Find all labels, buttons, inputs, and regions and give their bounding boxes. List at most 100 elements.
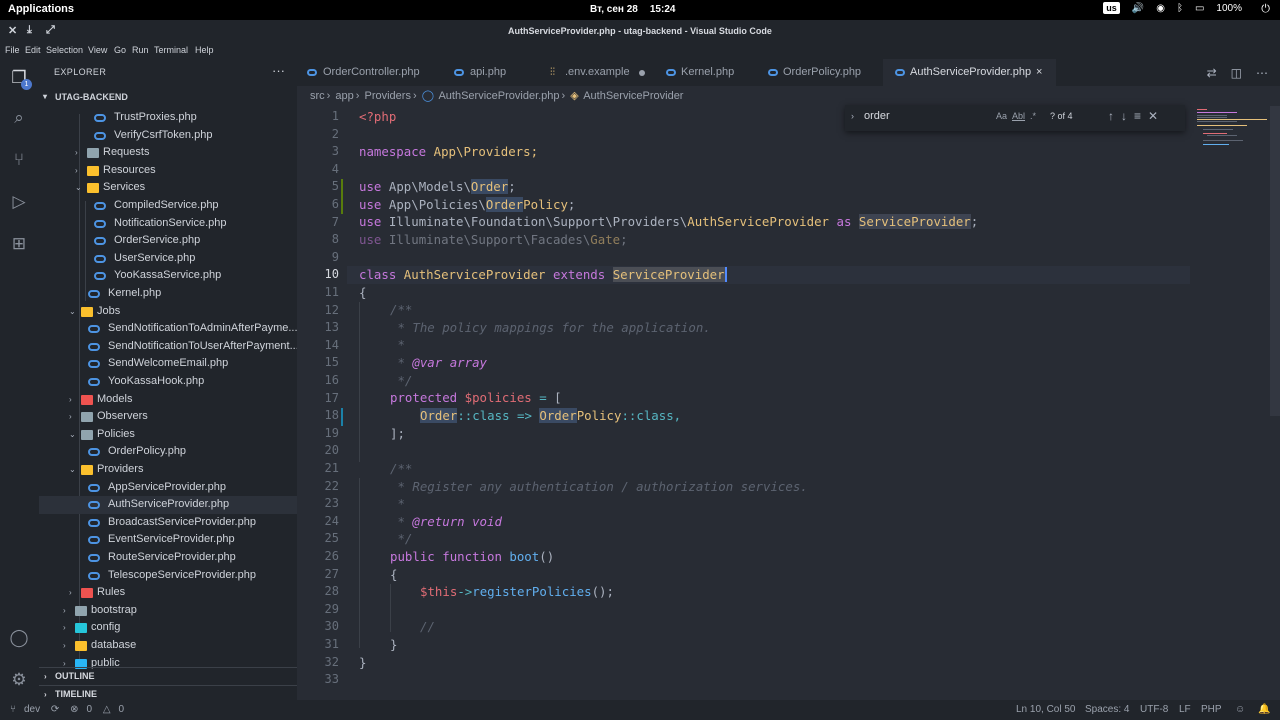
outline-section[interactable]: › OUTLINE — [39, 667, 297, 685]
bluetooth-icon[interactable]: ᛒ — [1177, 3, 1183, 14]
tab-order-controller[interactable]: OrderController.php — [297, 59, 442, 86]
tree-item[interactable]: NotificationService.php — [39, 215, 297, 233]
tree-item[interactable]: › Models — [39, 391, 297, 409]
tree-item[interactable]: › Resources — [39, 162, 297, 180]
tree-item[interactable]: › bootstrap — [39, 602, 297, 620]
tree-item[interactable]: BroadcastServiceProvider.php — [39, 514, 297, 532]
tab-api[interactable]: api.php — [442, 59, 538, 86]
tree-item[interactable]: › database — [39, 637, 297, 655]
breadcrumb-item[interactable]: AuthServiceProvider.php — [438, 90, 559, 102]
code-line-10: class AuthServiceProvider extends Servic… — [359, 266, 727, 284]
end-of-line[interactable]: LF — [1179, 704, 1191, 715]
tree-item[interactable]: OrderPolicy.php — [39, 443, 297, 461]
settings-gear-icon[interactable]: ⚙ — [8, 669, 30, 691]
tree-item[interactable]: OrderService.php — [39, 232, 297, 250]
applications-menu[interactable]: Applications — [8, 3, 74, 15]
warnings-count[interactable]: 0 — [119, 704, 125, 715]
power-icon[interactable]: ⏻ — [1261, 3, 1270, 16]
breadcrumb-item[interactable]: AuthServiceProvider — [583, 90, 683, 102]
wifi-icon[interactable]: ◉ — [1156, 3, 1165, 14]
tab-kernel[interactable]: Kernel.php — [654, 59, 756, 86]
encoding[interactable]: UTF-8 — [1140, 704, 1168, 715]
language-mode[interactable]: PHP — [1201, 704, 1222, 715]
tree-item[interactable]: TelescopeServiceProvider.php — [39, 567, 297, 585]
minimap[interactable] — [1197, 107, 1271, 147]
cursor-position[interactable]: Ln 10, Col 50 — [1016, 704, 1076, 715]
tree-item[interactable]: › config — [39, 619, 297, 637]
tree-item[interactable]: ⌄ Providers — [39, 461, 297, 479]
find-in-selection-icon[interactable]: ≡ — [1134, 109, 1141, 123]
battery-icon[interactable]: ▭ — [1195, 3, 1204, 14]
tree-item[interactable]: CompiledService.php — [39, 197, 297, 215]
tree-item[interactable]: SendNotificationToUserAfterPayment... — [39, 338, 297, 356]
close-tab-icon[interactable]: × — [1036, 59, 1042, 86]
match-whole-word-toggle[interactable]: Abl — [1012, 111, 1025, 121]
clock[interactable]: Вт, сен 28 15:24 — [590, 4, 687, 15]
split-editor-icon[interactable]: ◫ — [1231, 66, 1242, 80]
menu-help[interactable]: Help — [195, 45, 214, 55]
tree-item[interactable]: UserService.php — [39, 250, 297, 268]
tree-item[interactable]: YooKassaService.php — [39, 267, 297, 285]
breadcrumb-item[interactable]: src — [310, 90, 325, 102]
tree-item[interactable]: Kernel.php — [39, 285, 297, 303]
unsaved-dot-icon[interactable] — [639, 70, 645, 76]
tree-item[interactable]: YooKassaHook.php — [39, 373, 297, 391]
errors-icon[interactable]: ⊗ — [70, 704, 78, 715]
sync-icon[interactable]: ⟳ — [51, 704, 59, 715]
timeline-section[interactable]: › TIMELINE — [39, 685, 297, 700]
breadcrumb-item[interactable]: Providers — [365, 90, 411, 102]
source-control-icon[interactable]: ⑂ — [8, 149, 30, 171]
code-editor[interactable]: src › app › Providers › ◯ AuthServiceProvid… — [297, 86, 1280, 700]
warnings-icon[interactable]: △ — [103, 704, 111, 715]
feedback-icon[interactable]: ☺ — [1235, 704, 1245, 715]
run-debug-icon[interactable]: ▷ — [8, 191, 30, 213]
git-branch-icon[interactable]: ⑂ — [10, 704, 16, 715]
tree-item[interactable]: TrustProxies.php — [39, 109, 297, 127]
close-find-icon[interactable]: ✕ — [1148, 109, 1158, 123]
keyboard-layout-indicator[interactable]: us — [1103, 2, 1120, 14]
tree-item[interactable]: AuthServiceProvider.php — [39, 496, 297, 514]
tree-item[interactable]: SendNotificationToAdminAfterPayme... — [39, 320, 297, 338]
tab-auth-service-provider[interactable]: AuthServiceProvider.php × — [883, 59, 1056, 86]
find-input[interactable]: order — [864, 110, 890, 122]
account-icon[interactable]: ◯ — [8, 627, 30, 649]
tree-item[interactable]: RouteServiceProvider.php — [39, 549, 297, 567]
menu-go[interactable]: Go — [114, 45, 126, 55]
tree-item[interactable]: › Observers — [39, 408, 297, 426]
next-match-arrow-icon[interactable]: ↓ — [1121, 109, 1127, 123]
editor-scrollbar[interactable] — [1270, 106, 1280, 416]
extensions-icon[interactable]: ⊞ — [8, 233, 30, 255]
tab-env-example[interactable]: ⫶⫶ .env.example — [538, 59, 654, 86]
problems-count[interactable]: 0 — [86, 704, 92, 715]
menu-edit[interactable]: Edit — [25, 45, 41, 55]
project-root[interactable]: ▾ UTAG-BACKEND — [39, 88, 297, 106]
menu-view[interactable]: View — [88, 45, 107, 55]
menu-file[interactable]: File — [5, 45, 20, 55]
match-case-toggle[interactable]: Aa — [996, 111, 1007, 121]
notifications-bell-icon[interactable]: 🔔 — [1258, 704, 1270, 715]
git-branch[interactable]: dev — [24, 704, 40, 715]
tree-item[interactable]: SendWelcomeEmail.php — [39, 355, 297, 373]
indentation[interactable]: Spaces: 4 — [1085, 704, 1129, 715]
toggle-replace-chevron-icon[interactable]: › — [851, 111, 854, 121]
compare-changes-icon[interactable]: ⇄ — [1207, 66, 1217, 80]
volume-icon[interactable]: 🔊 — [1132, 3, 1144, 14]
tab-order-policy[interactable]: OrderPolicy.php — [756, 59, 883, 86]
breadcrumb-item[interactable]: app — [335, 90, 353, 102]
more-actions-icon[interactable]: ⋯ — [1256, 66, 1268, 80]
search-icon[interactable]: ⌕ — [8, 107, 30, 129]
tree-item[interactable]: ⌄ Jobs — [39, 303, 297, 321]
tree-item[interactable]: › Requests — [39, 144, 297, 162]
menu-terminal[interactable]: Terminal — [154, 45, 188, 55]
tree-item[interactable]: ⌄ Policies — [39, 426, 297, 444]
regex-toggle[interactable]: .* — [1030, 111, 1036, 121]
tree-item[interactable]: AppServiceProvider.php — [39, 479, 297, 497]
menu-run[interactable]: Run — [132, 45, 149, 55]
previous-match-arrow-icon[interactable]: ↑ — [1108, 109, 1114, 123]
tree-item[interactable]: ⌄ Services — [39, 179, 297, 197]
tree-item[interactable]: EventServiceProvider.php — [39, 531, 297, 549]
tree-item[interactable]: › Rules — [39, 584, 297, 602]
more-actions-icon[interactable]: ··· — [272, 63, 285, 78]
tree-item[interactable]: VerifyCsrfToken.php — [39, 127, 297, 145]
menu-selection[interactable]: Selection — [46, 45, 83, 55]
